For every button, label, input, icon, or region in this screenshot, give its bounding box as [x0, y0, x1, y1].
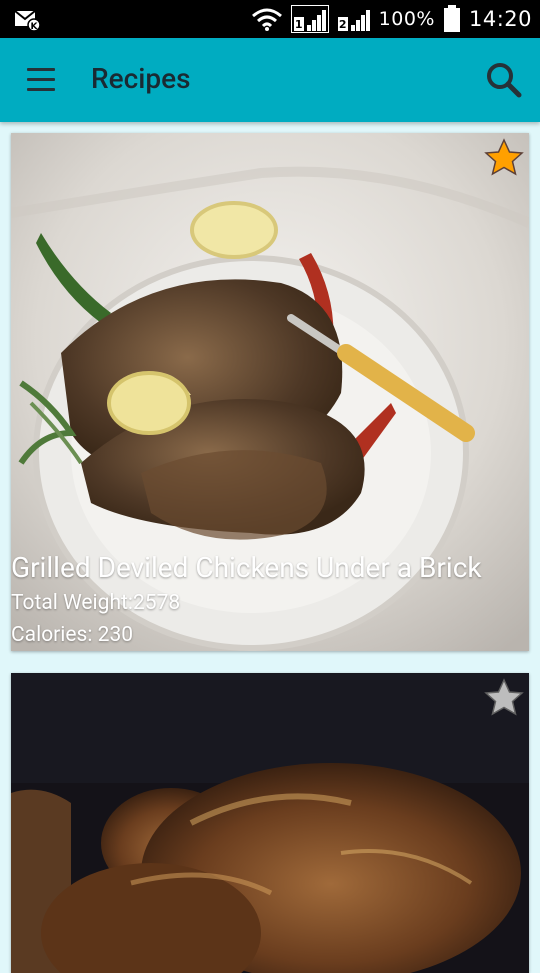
app-bar: Recipes [0, 38, 540, 122]
sim2-signal-icon: 2 [337, 6, 371, 32]
recipe-weight: Total Weight:2578 [11, 591, 181, 615]
sim2-label: 2 [337, 17, 348, 31]
wifi-icon [251, 8, 282, 31]
battery-icon [443, 5, 460, 32]
recipe-card[interactable]: Grilled Deviled Chickens Under a Brick T… [11, 133, 529, 651]
sim1-label: 1 [293, 17, 304, 31]
menu-button[interactable] [18, 59, 60, 101]
sim1-signal-icon: 1 [290, 5, 329, 33]
recipe-title: Grilled Deviled Chickens Under a Brick [11, 551, 482, 584]
clock: 14:20 [468, 7, 532, 31]
recipe-calories: Calories: 230 [11, 623, 134, 647]
page-title: Recipes [91, 62, 191, 95]
favorite-button[interactable] [483, 677, 525, 719]
svg-text:K: K [31, 22, 39, 32]
recipe-card[interactable] [11, 673, 529, 973]
search-icon [487, 63, 522, 98]
email-notification-icon: K [14, 10, 41, 32]
recipe-photo [11, 673, 529, 973]
star-filled-icon [484, 138, 524, 176]
battery-percent: 100% [378, 8, 435, 30]
star-outline-icon [484, 678, 524, 716]
status-bar: K 1 2 100% 14:20 [0, 0, 540, 38]
notification-icons: K [14, 8, 42, 36]
search-button[interactable] [480, 56, 528, 104]
favorite-button[interactable] [483, 137, 525, 179]
